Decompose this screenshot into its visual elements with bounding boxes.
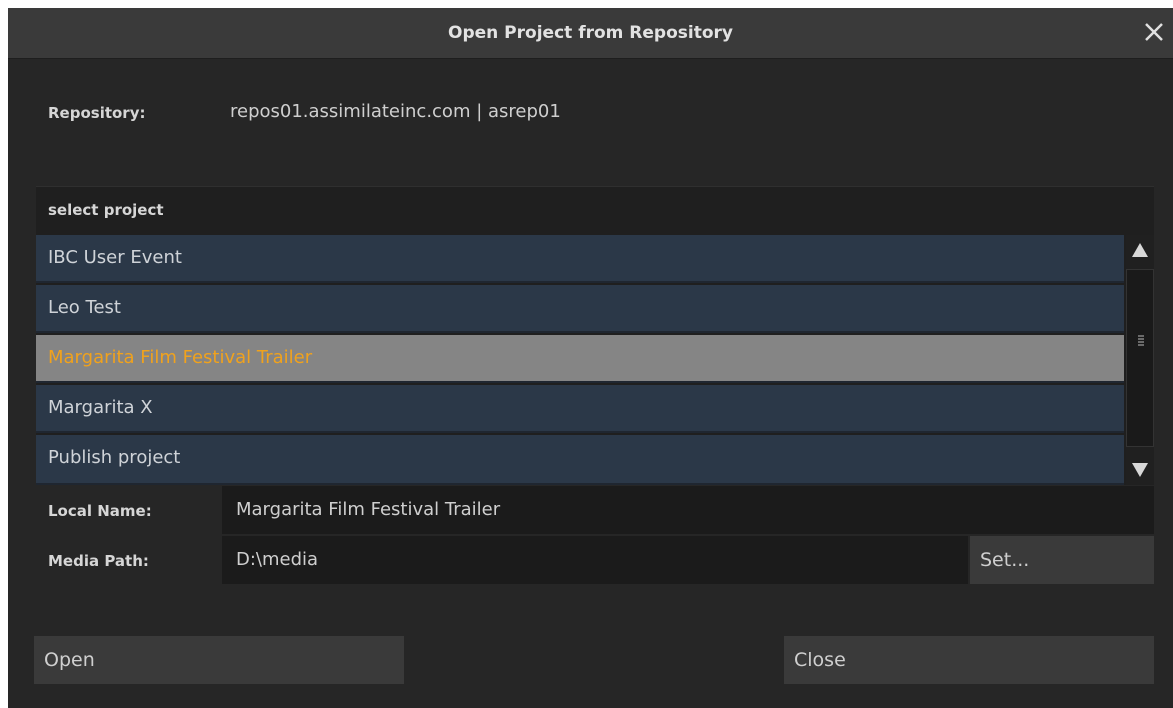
title-bar: Open Project from Repository (8, 8, 1173, 59)
media-path-label: Media Path: (48, 552, 149, 570)
media-path-field[interactable]: D:\media (222, 536, 968, 584)
repository-label: Repository: (48, 104, 146, 122)
list-scrollbar[interactable] (1126, 235, 1154, 485)
project-list-panel: select project IBC User Event Leo Test M… (36, 186, 1154, 485)
select-project-header: select project (48, 201, 164, 219)
set-media-path-button[interactable]: Set... (970, 536, 1154, 584)
close-icon[interactable] (1141, 19, 1167, 45)
dialog-title: Open Project from Repository (448, 23, 733, 43)
scroll-thumb[interactable] (1126, 269, 1154, 447)
open-project-dialog: Open Project from Repository Repository:… (8, 8, 1173, 708)
local-name-field[interactable]: Margarita Film Festival Trailer (222, 486, 1154, 534)
project-list: IBC User Event Leo Test Margarita Film F… (36, 235, 1124, 485)
list-item-margarita-film-festival-trailer[interactable]: Margarita Film Festival Trailer (36, 335, 1124, 383)
list-item-leo-test[interactable]: Leo Test (36, 285, 1124, 333)
open-button[interactable]: Open (34, 636, 404, 684)
scroll-grip-icon (1138, 335, 1144, 346)
list-item-margarita-x[interactable]: Margarita X (36, 385, 1124, 433)
local-name-label: Local Name: (48, 502, 152, 520)
list-item-publish-project[interactable]: Publish project (36, 435, 1124, 485)
repository-value: repos01.assimilateinc.com | asrep01 (230, 101, 561, 122)
close-button[interactable]: Close (784, 636, 1154, 684)
list-item-ibc-user-event[interactable]: IBC User Event (36, 235, 1124, 283)
scroll-down-arrow-icon[interactable] (1126, 455, 1154, 485)
scroll-up-arrow-icon[interactable] (1126, 235, 1154, 265)
